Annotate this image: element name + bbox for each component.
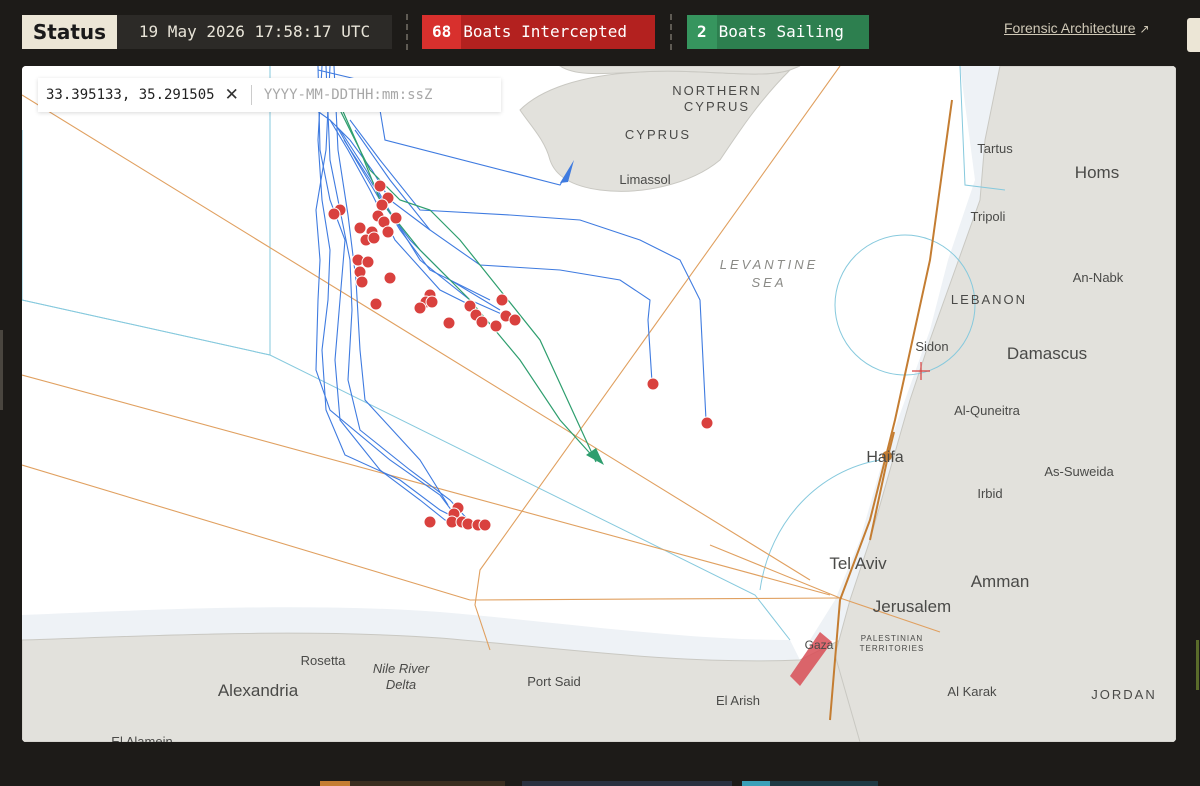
map-label-limassol: Limassol	[619, 172, 670, 187]
map-label-sidon: Sidon	[915, 339, 948, 354]
forensic-architecture-link[interactable]: Forensic Architecture ↗	[1004, 20, 1150, 36]
side-edge-marker	[1196, 640, 1199, 690]
timeline-segment[interactable]	[350, 781, 505, 786]
map-label-jerusalem: Jerusalem	[873, 597, 951, 616]
map-label-an-nabk: An-Nabk	[1073, 270, 1124, 285]
map-label-nile-delta: Delta	[386, 677, 416, 692]
coordinate-search-panel: 33.395133, 35.291505 ✕	[38, 78, 501, 112]
sailing-label: Boats Sailing	[718, 22, 844, 41]
status-bar: Status 19 May 2026 17:58:17 UTC 68 Boats…	[0, 0, 1200, 64]
map-label-el-arish: El Arish	[716, 693, 760, 708]
map-label-alexandria: Alexandria	[218, 681, 299, 700]
map-label-tripoli: Tripoli	[971, 209, 1006, 224]
map-label-palestinian-territories: TERRITORIES	[860, 644, 925, 653]
timeline-segment[interactable]	[742, 781, 770, 786]
source-link-label: Forensic Architecture	[1004, 20, 1136, 36]
map-label-irbid: Irbid	[977, 486, 1002, 501]
map-label-al-quneitra: Al-Quneitra	[954, 403, 1021, 418]
timeline-segment[interactable]	[770, 781, 878, 786]
intercepted-count: 68	[422, 15, 462, 49]
map-label-gaza: Gaza	[805, 638, 834, 652]
map-label-haifa: Haifa	[866, 449, 903, 466]
map-label-damascus: Damascus	[1007, 344, 1087, 363]
sailing-count: 2	[687, 15, 717, 49]
map-label-tel-aviv: Tel Aviv	[829, 554, 887, 573]
map-label-palestinian-territories: PALESTINIAN	[861, 634, 923, 643]
side-edge-marker	[0, 330, 3, 410]
timeline-bar	[0, 758, 1200, 786]
map-canvas[interactable]: NORTHERN CYPRUS CYPRUS Limassol LEVANTIN…	[22, 66, 1176, 742]
timeline-segment[interactable]	[320, 781, 350, 786]
map-label-tartus: Tartus	[977, 141, 1013, 156]
map-label-levantine-sea: SEA	[751, 275, 786, 290]
map-label-rosetta: Rosetta	[301, 653, 347, 668]
close-icon[interactable]: ✕	[225, 85, 239, 105]
boats-intercepted-counter[interactable]: 68 Boats Intercepted	[422, 15, 655, 49]
divider	[406, 14, 408, 50]
coordinates-readout: 33.395133, 35.291505	[46, 87, 215, 103]
status-label: Status	[22, 15, 117, 49]
map-label-port-said: Port Said	[527, 674, 580, 689]
divider	[250, 85, 252, 105]
boats-sailing-counter[interactable]: 2 Boats Sailing	[687, 15, 869, 49]
map-label-northern-cyprus: CYPRUS	[684, 99, 750, 114]
map-label-jordan: JORDAN	[1091, 687, 1156, 702]
map-label-as-suweida: As-Suweida	[1044, 464, 1114, 479]
map-label-lebanon: LEBANON	[951, 292, 1027, 307]
intercepted-label: Boats Intercepted	[463, 22, 628, 41]
arrow-up-right-icon: ↗	[1139, 22, 1150, 36]
map-label-el-alamein: El Alamein	[111, 734, 172, 742]
datetime-input[interactable]	[261, 86, 466, 104]
map-view[interactable]: NORTHERN CYPRUS CYPRUS Limassol LEVANTIN…	[22, 66, 1176, 742]
map-label-al-karak: Al Karak	[947, 684, 997, 699]
timeline-segment[interactable]	[522, 781, 732, 786]
divider	[670, 14, 672, 50]
map-label-amman: Amman	[971, 572, 1030, 591]
status-timestamp: 19 May 2026 17:58:17 UTC	[117, 15, 392, 49]
map-label-levantine-sea: LEVANTINE	[720, 257, 819, 272]
map-label-northern-cyprus: NORTHERN	[672, 83, 761, 98]
map-label-nile-delta: Nile River	[373, 661, 430, 676]
side-panel-tab[interactable]	[1187, 18, 1200, 52]
map-label-cyprus: CYPRUS	[625, 127, 691, 142]
map-label-homs: Homs	[1075, 163, 1119, 182]
